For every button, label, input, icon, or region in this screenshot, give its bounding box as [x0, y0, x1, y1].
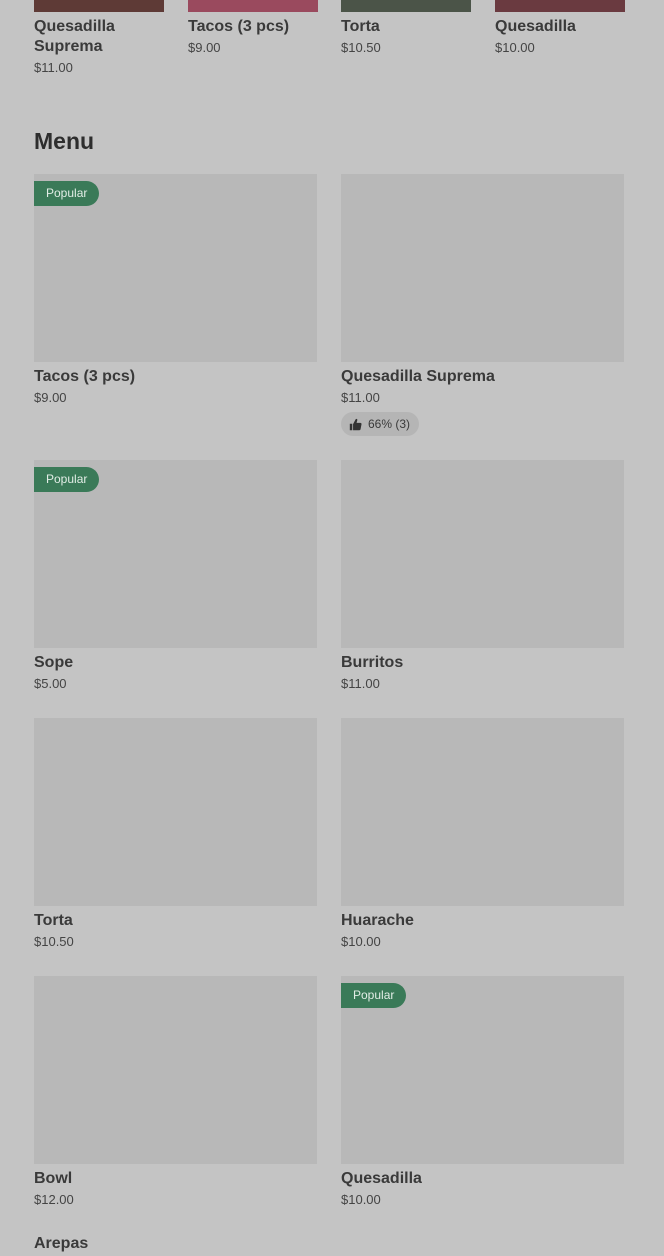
menu-item-title: Torta: [34, 912, 73, 929]
menu-item-price: $12.00: [34, 1192, 74, 1207]
menu-item-price: $10.00: [341, 1192, 381, 1207]
featured-item-card[interactable]: Tacos (3 pcs) $9.00: [188, 0, 318, 56]
menu-item-card[interactable]: Popular Sope $5.00: [34, 460, 317, 692]
menu-item-title: Sope: [34, 654, 74, 671]
featured-item-title: Quesadilla: [495, 18, 576, 35]
menu-item-title: Huarache: [341, 912, 414, 929]
featured-item-title: Torta: [341, 18, 380, 35]
rating-text: 66% (3): [368, 417, 411, 431]
menu-item-price: $5.00: [34, 676, 67, 691]
menu-item-price: $11.00: [341, 390, 380, 405]
thumbs-up-icon: [349, 418, 362, 431]
menu-item-title: Tacos (3 pcs): [34, 368, 136, 385]
menu-item-image[interactable]: [341, 174, 624, 362]
featured-item-image[interactable]: [34, 0, 164, 12]
store-menu-page: Quesadilla Suprema $11.00 Tacos (3 pcs) …: [0, 0, 664, 1256]
menu-item-card[interactable]: Popular Quesadilla $10.00: [341, 976, 624, 1208]
popular-badge: Popular: [34, 181, 100, 206]
menu-item-image[interactable]: [34, 718, 317, 906]
popular-badge: Popular: [34, 467, 100, 492]
featured-item-price: $11.00: [34, 60, 73, 75]
featured-item-price: $10.50: [341, 40, 381, 55]
featured-item-image[interactable]: [188, 0, 318, 12]
featured-item-title: Quesadilla Suprema: [34, 18, 115, 55]
menu-item-image[interactable]: Popular: [34, 460, 317, 648]
featured-item-card[interactable]: Torta $10.50: [341, 0, 471, 56]
menu-item-card[interactable]: Bowl $12.00: [34, 976, 317, 1208]
menu-item-image[interactable]: Popular: [34, 174, 317, 362]
featured-item-card[interactable]: Quesadilla $10.00: [495, 0, 625, 56]
featured-item-image[interactable]: [495, 0, 625, 12]
menu-item-price: $10.50: [34, 934, 74, 949]
menu-item-title: Quesadilla: [341, 1170, 422, 1187]
menu-item-price: $9.00: [34, 390, 67, 405]
menu-item-card[interactable]: Huarache $10.00: [341, 718, 624, 950]
featured-items-carousel: Quesadilla Suprema $11.00 Tacos (3 pcs) …: [34, 0, 625, 90]
featured-item-image[interactable]: [341, 0, 471, 12]
menu-item-card[interactable]: Burritos $11.00: [341, 460, 624, 692]
menu-item-price: $11.00: [341, 676, 380, 691]
menu-item-image[interactable]: [341, 460, 624, 648]
rating-pill: 66% (3): [341, 412, 420, 436]
featured-item-price: $10.00: [495, 40, 535, 55]
featured-item-card[interactable]: Quesadilla Suprema $11.00: [34, 0, 164, 76]
menu-item-card[interactable]: Popular Tacos (3 pcs) $9.00: [34, 174, 317, 406]
menu-item-image[interactable]: Popular: [341, 976, 624, 1164]
menu-item-title: Bowl: [34, 1170, 73, 1187]
menu-item-price: $10.00: [341, 934, 381, 949]
featured-item-price: $9.00: [188, 40, 221, 55]
menu-item-image[interactable]: [341, 718, 624, 906]
menu-item-image[interactable]: [34, 976, 317, 1164]
menu-item-title: Quesadilla Suprema: [341, 368, 495, 385]
menu-item-card[interactable]: Torta $10.50: [34, 718, 317, 950]
menu-item-card[interactable]: Quesadilla Suprema $11.00 66% (3): [341, 174, 624, 436]
menu-heading: Menu: [34, 128, 95, 154]
menu-item-title[interactable]: Arepas: [34, 1234, 88, 1254]
popular-badge: Popular: [341, 983, 407, 1008]
featured-item-title: Tacos (3 pcs): [188, 18, 290, 35]
menu-item-title: Burritos: [341, 654, 404, 671]
